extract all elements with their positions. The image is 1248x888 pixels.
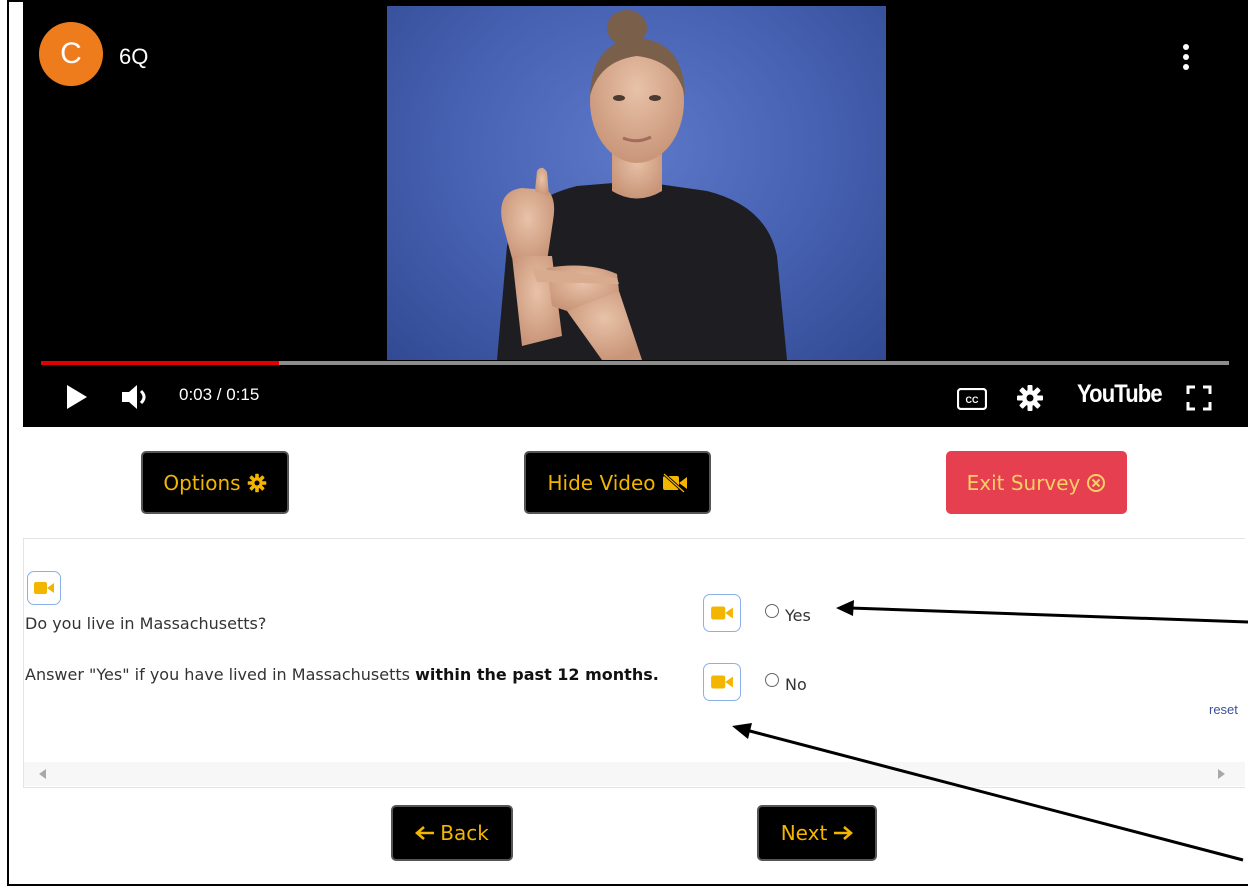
annotation-arrows [732,600,1248,862]
annotation-arrow-to-video-button [732,723,1244,862]
annotation-arrow-to-yes [836,600,1248,624]
